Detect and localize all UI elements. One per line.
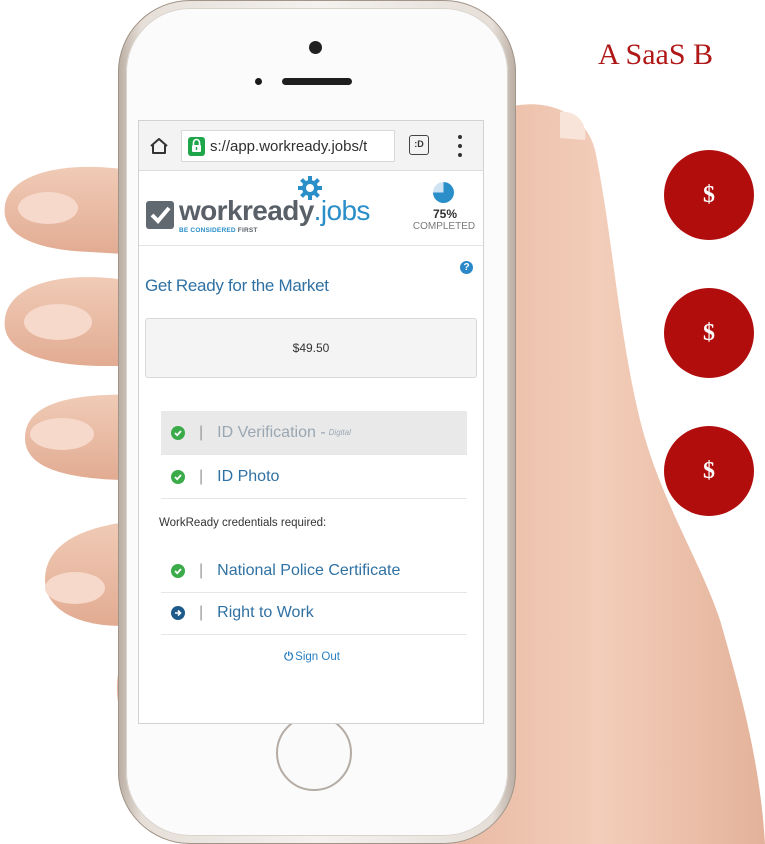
site-logo[interactable]: workready.jobs <box>179 195 370 227</box>
progress-percent: 75% <box>432 207 458 221</box>
step-label: National Police Certificate <box>217 561 401 579</box>
tagline-part: FIRST <box>237 227 258 234</box>
help-icon[interactable]: ? <box>460 261 473 274</box>
separator: | <box>199 423 204 441</box>
front-camera <box>309 41 322 54</box>
step-label: ID Photo <box>217 467 280 485</box>
price-value: $49.50 <box>292 341 330 355</box>
check-circle-icon <box>171 563 185 578</box>
arrow-right-circle-icon <box>171 605 185 620</box>
step-id-photo[interactable]: | ID Photo <box>161 455 467 499</box>
overflow-menu-icon[interactable] <box>457 135 463 157</box>
site-header: workready.jobs BE CONSIDERED FIRST 75% C… <box>139 171 483 246</box>
phone-screen: s://app.workready.jobs/t :D workready.jo… <box>138 120 484 724</box>
step-note: Digital <box>328 428 351 437</box>
logo-tld: .jobs <box>313 195 371 226</box>
browser-toolbar: s://app.workready.jobs/t :D <box>139 121 483 171</box>
home-button[interactable] <box>276 715 352 791</box>
page-title: Get Ready for the Market <box>145 276 329 295</box>
step-label: ID Verification - <box>217 423 326 441</box>
credentials-label: WorkReady credentials required: <box>159 517 327 529</box>
step-id-verification[interactable]: | ID Verification - Digital <box>161 411 467 455</box>
separator: | <box>199 603 204 621</box>
home-icon[interactable] <box>149 137 169 155</box>
progress-pie-icon <box>433 182 454 203</box>
separator: | <box>199 467 204 485</box>
proximity-sensor <box>255 78 262 85</box>
power-icon: ⏻ <box>284 651 294 663</box>
step-label: Right to Work <box>217 603 314 621</box>
lock-icon <box>188 136 205 156</box>
earpiece-speaker <box>282 78 352 85</box>
sign-out-label: Sign Out <box>295 651 340 663</box>
progress-label: COMPLETED <box>412 221 476 232</box>
check-circle-icon <box>171 469 185 484</box>
tabs-icon[interactable]: :D <box>409 135 429 155</box>
check-circle-icon <box>171 425 185 440</box>
logo-check-icon <box>146 201 174 229</box>
sign-out-link[interactable]: ⏻ Sign Out <box>139 651 483 664</box>
url-text: s://app.workready.jobs/t <box>210 137 368 155</box>
logo-word: workready <box>179 195 314 226</box>
credential-national-police-certificate[interactable]: | National Police Certificate <box>161 549 467 593</box>
address-bar[interactable]: s://app.workready.jobs/t <box>181 130 395 162</box>
tagline-part: BE CONSIDERED <box>179 227 236 234</box>
credential-right-to-work[interactable]: | Right to Work <box>161 591 467 635</box>
separator: | <box>199 561 204 579</box>
logo-tagline: BE CONSIDERED FIRST <box>179 227 258 234</box>
price-box: $49.50 <box>145 318 477 378</box>
